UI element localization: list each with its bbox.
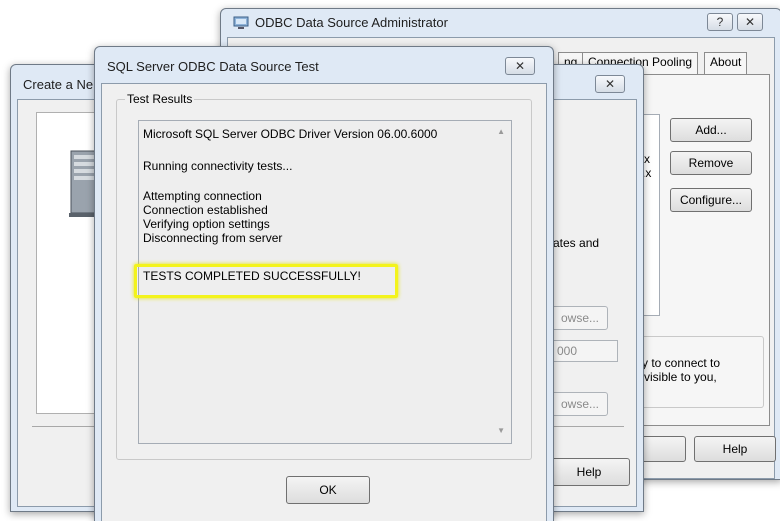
sql-test-dialog: SQL Server ODBC Data Source Test ✕ Test … bbox=[94, 46, 554, 521]
odbc-app-icon bbox=[233, 16, 249, 30]
configure-button[interactable]: Configure... bbox=[670, 188, 752, 212]
sql-test-client: Test Results Microsoft SQL Server ODBC D… bbox=[101, 83, 547, 521]
create-datasource-title: Create a Ne bbox=[23, 77, 94, 92]
test-results-label: Test Results bbox=[127, 92, 193, 106]
result-line-running-tests: Running connectivity tests... bbox=[143, 159, 293, 173]
result-line-established: Connection established bbox=[143, 203, 268, 217]
odbc-admin-title: ODBC Data Source Administrator bbox=[255, 15, 448, 30]
scroll-down-arrow[interactable]: ▼ bbox=[497, 426, 505, 435]
odbc-help-button[interactable]: Help bbox=[694, 436, 776, 462]
tab-about[interactable]: About bbox=[704, 52, 748, 74]
odbc-admin-titlebar[interactable]: ODBC Data Source Administrator ? ✕ bbox=[221, 9, 780, 37]
result-line-disconnecting: Disconnecting from server bbox=[143, 231, 283, 245]
description-text: visible to you, bbox=[644, 370, 717, 384]
description-text: y to connect to bbox=[642, 356, 721, 370]
wizard-help-button[interactable]: Help bbox=[548, 458, 630, 486]
sql-test-titlebar[interactable]: SQL Server ODBC Data Source Test ✕ bbox=[95, 47, 553, 75]
result-line-attempting: Attempting connection bbox=[143, 189, 262, 203]
result-line-driver-version: Microsoft SQL Server ODBC Driver Version… bbox=[143, 127, 438, 141]
result-line-verifying: Verifying option settings bbox=[143, 217, 270, 231]
wizard-text-fragment: ates and bbox=[553, 236, 600, 250]
success-highlight-box bbox=[134, 264, 398, 298]
add-button[interactable]: Add... bbox=[670, 118, 752, 142]
create-close-caption-button[interactable]: ✕ bbox=[595, 75, 625, 93]
remove-button[interactable]: Remove bbox=[670, 151, 752, 175]
port-value: 000 bbox=[557, 344, 578, 358]
scroll-up-arrow[interactable]: ▲ bbox=[497, 127, 505, 136]
odbc-close-caption-button[interactable]: ✕ bbox=[737, 13, 763, 31]
odbc-help-caption-button[interactable]: ? bbox=[707, 13, 733, 31]
sql-test-title: SQL Server ODBC Data Source Test bbox=[107, 59, 319, 74]
sql-test-close-caption-button[interactable]: ✕ bbox=[505, 57, 535, 75]
ok-button[interactable]: OK bbox=[286, 476, 370, 504]
dsn-list-item: x bbox=[644, 152, 650, 166]
